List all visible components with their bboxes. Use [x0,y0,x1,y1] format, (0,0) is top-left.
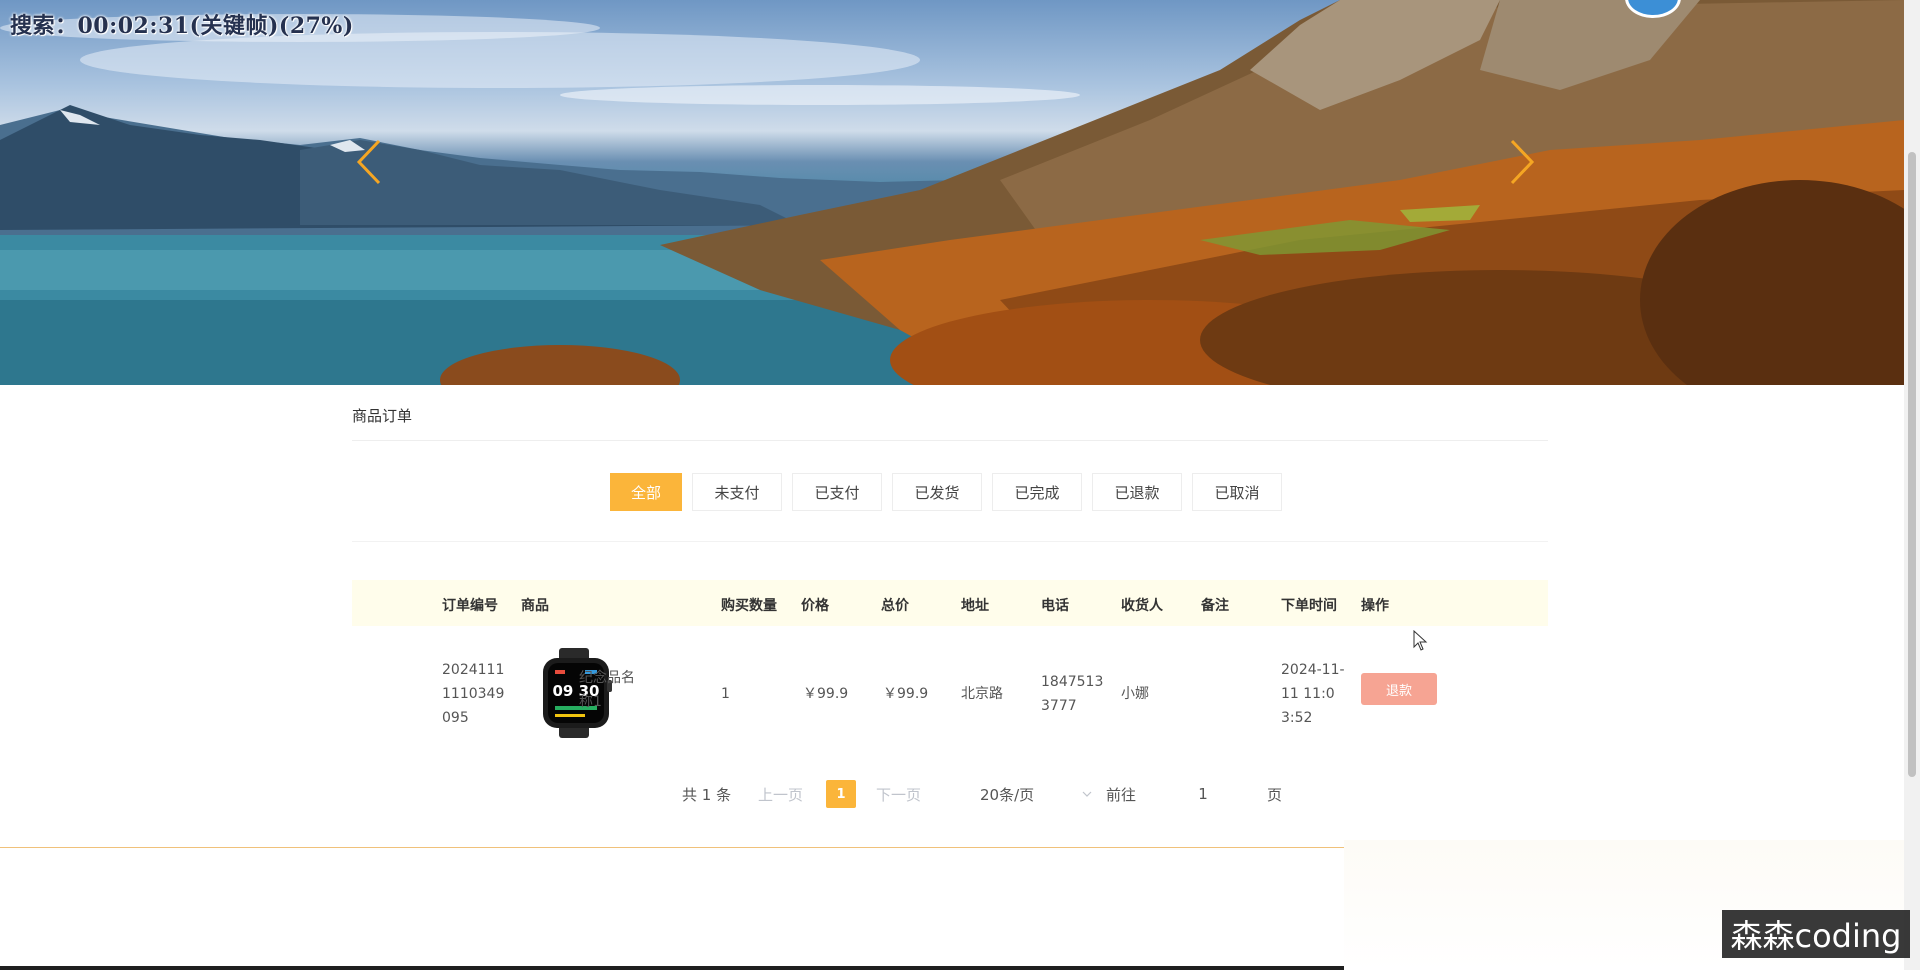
header-total: 总价 [881,598,909,614]
header-product: 商品 [521,598,549,614]
cell-quantity: 1 [721,686,730,702]
pagination: 共 1 条 上一页 1 下一页 20条/页 前往 1 页 [0,780,1904,808]
header-phone: 电话 [1041,598,1069,614]
search-overlay-text: 搜索：00:02:31(关键帧)(27%) [10,13,354,39]
page-title: 商品订单 [352,407,413,425]
product-name-line: 称1 [579,694,602,710]
mouse-cursor-icon [1413,630,1428,651]
tab-cancelled[interactable]: 已取消 [1192,473,1282,511]
chevron-right-icon [1510,139,1535,185]
cell-order-time: 2024-11- 11 11:0 3:52 [1281,658,1345,730]
vertical-scrollbar[interactable] [1904,0,1920,970]
scrollbar-thumb[interactable] [1908,152,1916,777]
header-order-no: 订单编号 [442,598,498,614]
tabs-divider [352,541,1548,542]
pagination-next-button[interactable]: 下一页 [876,780,921,808]
header-order-time: 下单时间 [1281,598,1337,614]
cell-address: 北京路 [961,686,1003,702]
header-price: 价格 [801,598,829,614]
table-row: 2024111 1110349 095 09 30 纪念品名 称1 1 ￥99.… [352,630,1548,755]
tab-unpaid[interactable]: 未支付 [692,473,782,511]
order-time-line: 2024-11- [1281,662,1345,678]
order-time-line: 3:52 [1281,710,1313,726]
cell-product-name: 纪念品名 称1 [579,666,635,714]
refund-button[interactable]: 退款 [1361,673,1437,705]
title-divider [352,440,1548,441]
order-no-line: 1110349 [442,686,505,702]
pagination-prev-button[interactable]: 上一页 [758,780,803,808]
page-suffix: 页 [1267,785,1283,804]
tab-refunded[interactable]: 已退款 [1092,473,1182,511]
carousel-prev-button[interactable] [355,138,395,194]
tab-all[interactable]: 全部 [610,473,682,511]
header-remark: 备注 [1201,598,1229,614]
banner-carousel: 搜索：00:02:31(关键帧)(27%) [0,0,1904,385]
goto-page-input[interactable]: 1 [1178,780,1228,808]
page-size-select[interactable]: 20条/页 [980,780,1092,808]
cell-phone: 1847513 3777 [1041,670,1103,718]
chevron-down-icon [1082,791,1092,797]
cell-price: ￥99.9 [803,686,849,702]
page-size-value: 20条/页 [980,785,1035,804]
header-quantity: 购买数量 [721,598,777,614]
pagination-page-1[interactable]: 1 [826,780,856,808]
cell-total: ￥99.9 [883,686,929,702]
tab-paid[interactable]: 已支付 [792,473,882,511]
table-header: 订单编号 商品 购买数量 价格 总价 地址 电话 收货人 备注 下单时间 操作 [352,580,1548,626]
product-name-line: 纪念品名 [579,670,635,686]
landscape-image [0,0,1904,385]
phone-line: 3777 [1041,698,1077,714]
footer-divider [0,847,1344,848]
cell-receiver: 小娜 [1121,686,1149,702]
tab-completed[interactable]: 已完成 [992,473,1082,511]
bottom-strip [0,966,1344,970]
pagination-total: 共 1 条 [682,785,732,804]
order-status-tabs: 全部 未支付 已支付 已发货 已完成 已退款 已取消 [610,473,1282,511]
order-no-line: 2024111 [442,662,505,678]
order-time-line: 11 11:0 [1281,686,1335,702]
goto-label: 前往 [1106,785,1137,804]
header-action: 操作 [1361,598,1389,614]
header-address: 地址 [961,598,989,614]
watermark: 森森coding [1722,910,1910,958]
carousel-next-button[interactable] [1508,138,1548,194]
chevron-left-icon [356,139,381,185]
order-no-line: 095 [442,710,469,726]
tab-shipped[interactable]: 已发货 [892,473,982,511]
header-receiver: 收货人 [1121,598,1163,614]
phone-line: 1847513 [1041,674,1104,690]
cell-order-no: 2024111 1110349 095 [442,658,504,730]
